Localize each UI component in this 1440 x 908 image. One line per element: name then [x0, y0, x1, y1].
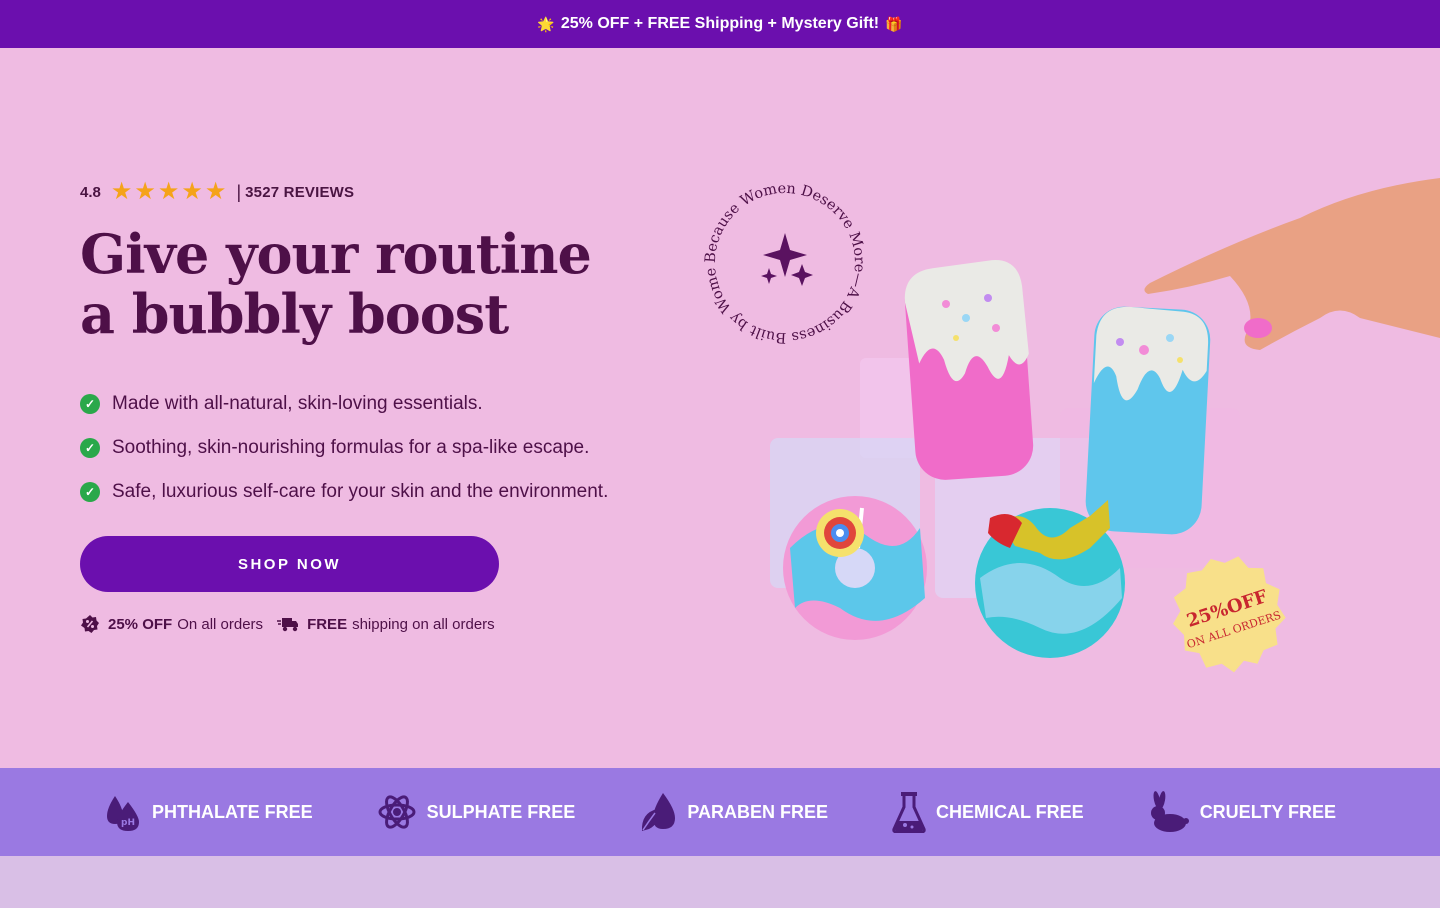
- badge-paraben-free: PARABEN FREE: [639, 791, 828, 833]
- perk-discount-text: On all orders: [177, 615, 264, 633]
- donut-bomb: [783, 496, 927, 640]
- ph-drops-icon: pH: [106, 796, 139, 831]
- announcement-text: 25% OFF + FREE Shipping + Mystery Gift!: [560, 15, 880, 32]
- feature-item: ✓ Safe, luxurious self-care for your ski…: [80, 470, 608, 514]
- next-section-edge: [0, 856, 1440, 908]
- leaf-drop-icon: [642, 793, 676, 831]
- perk-discount: 25% OFF On all orders: [80, 614, 263, 634]
- badge-label: SULPHATE FREE: [426, 801, 576, 822]
- check-icon: ✓: [80, 394, 100, 414]
- blue-popsicle-bomb: [1085, 306, 1211, 535]
- star-icon: ★: [110, 178, 133, 205]
- check-icon: ✓: [80, 482, 100, 502]
- feature-list: ✓ Made with all-natural, skin-loving ess…: [80, 382, 608, 514]
- star-icon: ★: [134, 178, 156, 205]
- star-icon: ★: [204, 178, 227, 205]
- shop-now-button[interactable]: SHOP NOW: [80, 536, 499, 592]
- check-icon: ✓: [80, 438, 100, 458]
- badge-label: CRUELTY FREE: [1199, 801, 1337, 822]
- discount-badge-icon: [81, 615, 99, 633]
- mermaid-bomb: [975, 500, 1125, 658]
- headline-line-1: Give your routine: [80, 222, 592, 286]
- review-count: 3527 REVIEWS: [245, 183, 355, 201]
- flask-icon: [892, 792, 926, 833]
- feature-text: Soothing, skin-nourishing formulas for a…: [112, 437, 590, 458]
- perk-shipping: FREE shipping on all orders: [277, 615, 495, 633]
- hero-section: 4.8 ★ ★ ★ ★ ★ | 3527 REVIEWS Give your r…: [0, 48, 1440, 768]
- rating-score: 4.8: [80, 183, 101, 201]
- gift-icon: 🎁: [885, 15, 903, 32]
- feature-text: Safe, luxurious self-care for your skin …: [112, 481, 609, 502]
- badge-sulphate-free: SULPHATE FREE: [377, 792, 576, 832]
- badge-chemical-free: CHEMICAL FREE: [892, 791, 1084, 833]
- molecule-icon: [378, 795, 416, 829]
- rabbit-icon: [1150, 791, 1189, 832]
- star-icon: ★: [181, 178, 203, 205]
- rating-stars: ★ ★ ★ ★ ★: [111, 180, 227, 204]
- perk-discount-bold: 25% OFF: [108, 615, 173, 633]
- badge-label: PHTHALATE FREE: [151, 801, 313, 822]
- announcement-bar: 🌟 25% OFF + FREE Shipping + Mystery Gift…: [0, 0, 1440, 48]
- star-icon: ★: [157, 178, 180, 205]
- badge-phthalate-free: pH PHTHALATE FREE: [104, 792, 313, 832]
- rating-summary[interactable]: 4.8 ★ ★ ★ ★ ★ | 3527 REVIEWS: [80, 180, 354, 204]
- rating-separator: |: [236, 181, 242, 202]
- feature-item: ✓ Made with all-natural, skin-loving ess…: [80, 382, 608, 426]
- page-title: Give your routine a bubbly boost: [80, 224, 640, 344]
- feature-text: Made with all-natural, skin-loving essen…: [112, 393, 483, 414]
- perk-shipping-bold: FREE: [307, 615, 348, 633]
- headline-line-2: a bubbly boost: [80, 282, 509, 346]
- svg-text:pH: pH: [121, 818, 135, 828]
- pink-popsicle-bomb: [904, 260, 1034, 480]
- perk-shipping-text: shipping on all orders: [352, 615, 495, 633]
- perks-row: 25% OFF On all orders FREE shipping on a…: [80, 614, 509, 634]
- badge-cruelty-free: CRUELTY FREE: [1148, 791, 1336, 833]
- star-burst-icon: 🌟: [537, 15, 555, 32]
- delivery-truck-icon: [277, 618, 299, 632]
- badge-label: PARABEN FREE: [687, 801, 828, 822]
- product-illustration: 25%OFF ON ALL ORDERS: [770, 178, 1440, 673]
- free-from-badges: pH PHTHALATE FREE SULPHATE FREE PARABEN …: [0, 768, 1440, 856]
- badge-label: CHEMICAL FREE: [936, 801, 1084, 822]
- feature-item: ✓ Soothing, skin-nourishing formulas for…: [80, 426, 608, 470]
